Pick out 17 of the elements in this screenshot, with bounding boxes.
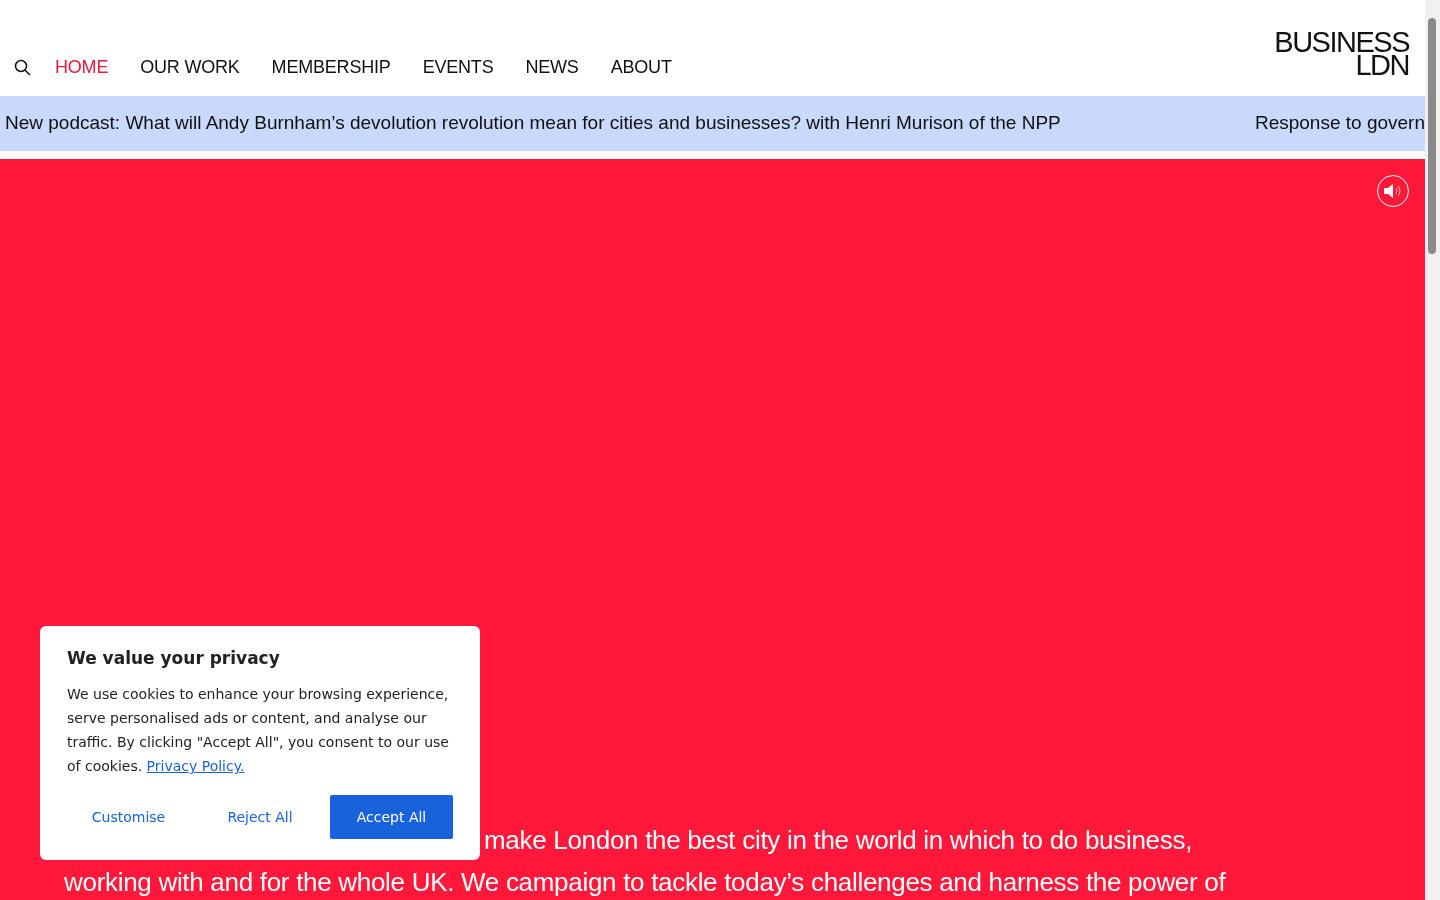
nav-link[interactable]: EVENTS <box>422 54 494 81</box>
ticker-item[interactable]: New podcast: What will Andy Burnham’s devolution revolution mean for cities and businesses? with Henri Murison of the NPP <box>5 109 1061 138</box>
hero-text: working with and for the whole UK. We campaign to tackle today’s challenges and harness the power of <box>64 866 1226 899</box>
nav-link[interactable]: OUR WORK <box>140 54 240 81</box>
banner-text: We use cookies to enhance your browsing experience, serve personalised ads or content, and analyse our traffic. By clicking "Accept All", you consent to our use of cookies. Privacy Policy. <box>67 685 450 777</box>
cookie-button[interactable]: Accept All <box>330 795 453 840</box>
scrollbar[interactable] <box>1425 0 1440 900</box>
hero-text: make London the best city in the world in which to do business, <box>483 824 1193 857</box>
privacy-link[interactable]: Privacy Policy. <box>146 758 245 775</box>
search-icon[interactable] <box>14 59 31 76</box>
nav-link[interactable]: ABOUT <box>610 54 672 81</box>
nav-link[interactable]: HOME <box>55 54 109 81</box>
logo[interactable]: BUSINESS LDN <box>1274 31 1409 96</box>
nav-link[interactable]: MEMBERSHIP <box>271 54 391 81</box>
nav-link[interactable]: NEWS <box>525 54 579 81</box>
banner-title: We value your privacy <box>67 647 281 669</box>
ticker-item[interactable]: Response to govern <box>1254 109 1425 138</box>
